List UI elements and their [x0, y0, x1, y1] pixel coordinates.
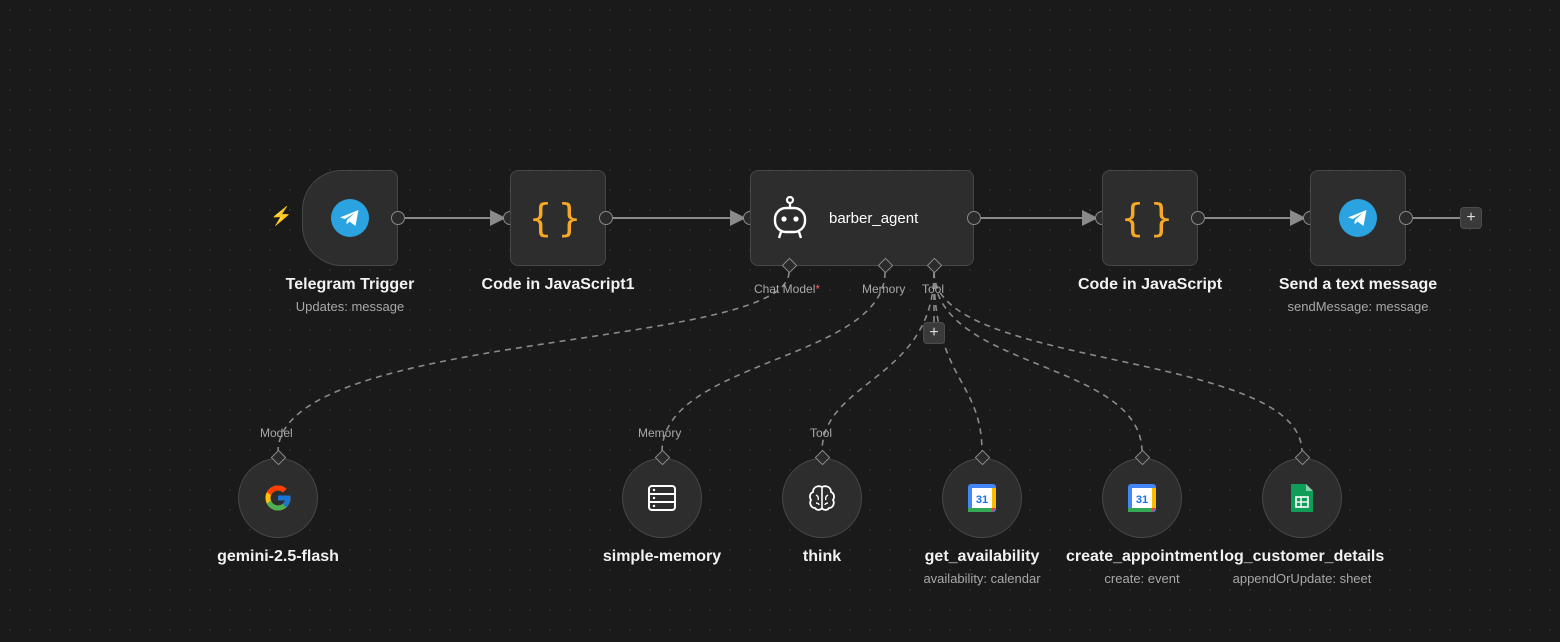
node-telegram-trigger[interactable] — [302, 170, 398, 266]
svg-text:31: 31 — [976, 494, 988, 506]
output-handle[interactable] — [391, 211, 405, 225]
output-handle[interactable] — [1191, 211, 1205, 225]
database-icon — [648, 485, 676, 511]
add-next-node-button[interactable]: + — [1460, 207, 1482, 229]
node-label: Send a text message — [1278, 276, 1438, 293]
edge-tool-log-customer — [933, 271, 1303, 453]
node-subtitle: Updates: message — [295, 299, 405, 314]
node-subtitle: sendMessage: message — [1287, 299, 1429, 314]
google-icon — [265, 485, 291, 511]
edge-tool-think — [821, 271, 935, 453]
output-handle[interactable] — [599, 211, 613, 225]
node-gemini[interactable] — [238, 458, 318, 538]
output-handle[interactable] — [1399, 211, 1413, 225]
agent-title: barber_agent — [829, 209, 919, 227]
memory-sub-port-label: Memory — [638, 426, 682, 440]
google-sheets-icon — [1291, 484, 1313, 512]
node-log-customer-details[interactable] — [1262, 458, 1342, 538]
robot-icon — [773, 196, 807, 239]
trigger-bolt-icon: ⚡ — [270, 206, 293, 226]
node-label: Code in JavaScript1 — [481, 276, 635, 293]
connections-layer — [277, 210, 1460, 453]
edge-memory-simple — [661, 271, 886, 453]
node-barber-agent[interactable]: barber_agent — [750, 170, 974, 266]
telegram-icon — [1339, 199, 1377, 237]
tool-sub-port-label: Tool — [810, 426, 833, 440]
node-label: Telegram Trigger — [285, 276, 415, 293]
brain-icon — [809, 485, 835, 511]
chat-model-port-label: Chat Model* — [754, 282, 821, 296]
node-simple-memory[interactable] — [622, 458, 702, 538]
memory-port-label: Memory — [862, 282, 906, 296]
edge-tool-get-availability — [933, 271, 983, 453]
node-create-appointment[interactable]: 31 — [1102, 458, 1182, 538]
workflow-canvas[interactable]: ⚡ Telegram Trigger Updates: message {} C… — [0, 0, 1560, 642]
google-calendar-icon: 31 — [1128, 484, 1156, 512]
google-calendar-icon: 31 — [968, 484, 996, 512]
telegram-icon — [331, 199, 369, 237]
code-braces-icon: {} — [1121, 196, 1179, 240]
node-label: log_customer_details — [1219, 548, 1385, 565]
node-get-availability[interactable]: 31 — [942, 458, 1022, 538]
node-code-in-javascript1[interactable]: {} — [510, 170, 606, 266]
tool-port-label: Tool — [922, 282, 945, 296]
node-label: gemini-2.5-flash — [217, 548, 339, 565]
node-code-in-javascript[interactable]: {} — [1102, 170, 1198, 266]
model-port-label: Model — [260, 426, 293, 440]
node-label: Code in JavaScript — [1077, 276, 1223, 293]
svg-text:31: 31 — [1136, 494, 1148, 506]
edge-tool-create-appointment — [933, 271, 1143, 453]
code-braces-icon: {} — [529, 196, 587, 240]
node-send-text-message[interactable] — [1310, 170, 1406, 266]
node-think[interactable] — [782, 458, 862, 538]
node-subtitle: appendOrUpdate: sheet — [1232, 571, 1372, 586]
add-tool-button[interactable]: + — [923, 322, 945, 344]
output-handle[interactable] — [967, 211, 981, 225]
